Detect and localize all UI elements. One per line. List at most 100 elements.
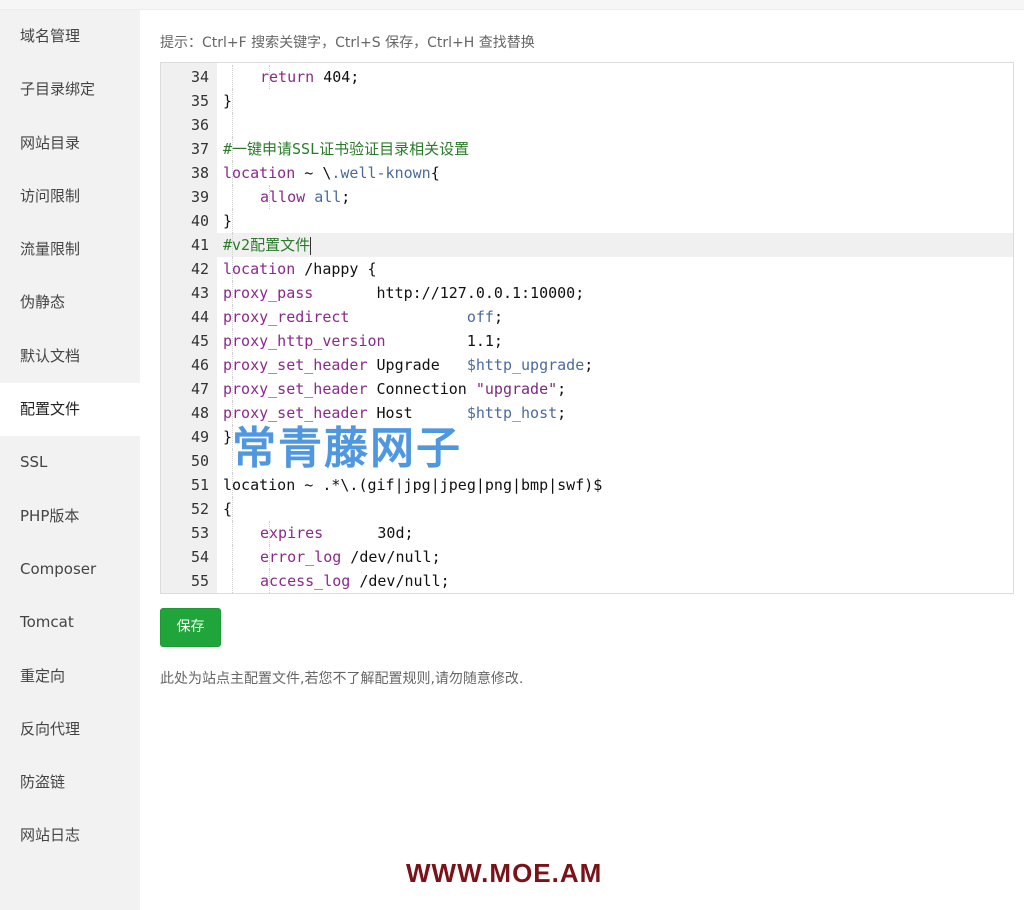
code-token: ; — [557, 404, 567, 422]
code-editor[interactable]: 34 return 404; 35} 36 37 #一键申请SSL证书验证目录相关设置 38… — [160, 62, 1014, 594]
code-line[interactable]: 38 location ~ \.well-known{ — [161, 161, 1013, 185]
sidebar-item[interactable]: 流量限制 — [0, 223, 140, 276]
sidebar-item[interactable]: 网站日志 — [0, 809, 140, 862]
line-number: 34 — [190, 68, 209, 86]
code-line[interactable]: 45 proxy_http_version 1.1; — [161, 329, 1013, 353]
code-token: proxy_set_header — [223, 356, 368, 374]
shortcut-hint: 提示：Ctrl+F 搜索关键字，Ctrl+S 保存，Ctrl+H 查找替换 — [160, 35, 535, 51]
code-text: return 404; — [260, 65, 359, 89]
code-token: 30d; — [323, 524, 414, 542]
indent-guide — [232, 569, 233, 593]
code-text: location ~ \.well-known{ — [223, 161, 440, 185]
line-number: 55 — [190, 572, 209, 590]
code-token: error_log — [260, 548, 342, 566]
sidebar-item[interactable]: Composer — [0, 543, 140, 596]
code-text: } — [223, 89, 232, 113]
line-number: 51 — [190, 476, 209, 494]
sidebar-item[interactable]: 防盗链 — [0, 756, 140, 809]
indent-guide — [232, 521, 233, 545]
code-text: { — [223, 497, 232, 521]
code-token: .well-known — [331, 164, 431, 182]
code-text: proxy_set_header Connection "upgrade"; — [223, 377, 566, 401]
code-line[interactable]: 37 #一键申请SSL证书验证目录相关设置 — [161, 137, 1013, 161]
indent-guide — [232, 209, 233, 233]
code-token: all — [314, 188, 342, 206]
code-token: $http_upgrade — [466, 356, 585, 374]
code-line[interactable]: 46 proxy_set_header Upgrade $http_upgrade… — [161, 353, 1013, 377]
code-text: proxy_http_version 1.1; — [223, 329, 503, 353]
indent-guide — [232, 545, 233, 569]
text-cursor — [310, 236, 312, 255]
code-token: } — [223, 428, 233, 446]
code-line[interactable]: 52 { — [161, 497, 1013, 521]
code-text: location /happy { — [223, 257, 377, 281]
sidebar-item[interactable]: 重定向 — [0, 650, 140, 703]
code-line[interactable]: 42 location /happy { — [161, 257, 1013, 281]
code-line[interactable]: 39 allow all; — [161, 185, 1013, 209]
code-token: 1.1; — [385, 332, 503, 350]
code-token: ; — [557, 380, 567, 398]
line-number: 50 — [190, 452, 209, 470]
sidebar-item[interactable]: 网站目录 — [0, 117, 140, 170]
line-number: 39 — [190, 188, 209, 206]
code-token: location ~ .*\.(gif|jpg|jpeg|png|bmp|swf… — [223, 476, 603, 494]
indent-guide — [232, 89, 233, 113]
code-line[interactable]: 35} — [161, 89, 1013, 113]
line-number: 35 — [190, 92, 209, 110]
code-token: $http_host — [466, 404, 558, 422]
sidebar-item[interactable]: 默认文档 — [0, 330, 140, 383]
code-token: Upgrade — [367, 356, 467, 374]
code-line[interactable]: 41 #v2配置文件 — [161, 233, 1013, 257]
watermark-text: 常青藤网子 — [232, 423, 462, 474]
sidebar-item[interactable]: 域名管理 — [0, 10, 140, 63]
save-button[interactable]: 保存 — [160, 608, 221, 647]
code-line[interactable]: 34 return 404; — [161, 65, 1013, 89]
sidebar-item[interactable]: 反向代理 — [0, 703, 140, 756]
code-line[interactable]: 51 location ~ .*\.(gif|jpg|jpeg|png|bmp|s… — [161, 473, 1013, 497]
config-warning-note: 此处为站点主配置文件,若您不了解配置规则,请勿随意修改. — [160, 671, 524, 687]
code-text: #v2配置文件 — [223, 233, 312, 257]
code-line[interactable]: 47 proxy_set_header Connection "upgrade"; — [161, 377, 1013, 401]
sidebar-item[interactable]: PHP版本 — [0, 490, 140, 543]
code-token: location — [223, 164, 296, 182]
line-number: 52 — [190, 500, 209, 518]
code-text: access_log /dev/null; — [260, 569, 450, 593]
code-token: allow — [260, 188, 306, 206]
code-line[interactable]: 53 expires 30d; — [161, 521, 1013, 545]
line-number: 42 — [190, 260, 209, 278]
code-text: expires 30d; — [260, 521, 414, 545]
indent-guide — [232, 113, 233, 137]
code-token: ; — [493, 308, 503, 326]
line-number: 37 — [190, 140, 209, 158]
indent-guide — [232, 497, 233, 521]
line-number: 46 — [190, 356, 209, 374]
code-line[interactable]: 54 error_log /dev/null; — [161, 545, 1013, 569]
code-line[interactable]: 40} — [161, 209, 1013, 233]
code-line[interactable]: 55 access_log /dev/null; — [161, 569, 1013, 593]
sidebar-item[interactable]: 配置文件 — [0, 383, 140, 437]
sidebar-item[interactable]: 访问限制 — [0, 170, 140, 223]
sidebar-item[interactable]: 伪静态 — [0, 276, 140, 329]
line-number: 48 — [190, 404, 209, 422]
line-number: 54 — [190, 548, 209, 566]
code-line[interactable]: 44 proxy_redirect off; — [161, 305, 1013, 329]
code-token: return — [260, 68, 315, 86]
code-token: /dev/null; — [350, 572, 450, 590]
sidebar-item[interactable]: Tomcat — [0, 596, 140, 649]
code-lines[interactable]: 34 return 404; 35} 36 37 #一键申请SSL证书验证目录相关设置 38… — [161, 65, 1013, 593]
code-token: { — [430, 164, 440, 182]
code-line[interactable]: 36 — [161, 113, 1013, 137]
sidebar-item[interactable]: SSL — [0, 436, 140, 489]
line-number: 43 — [190, 284, 209, 302]
code-token: expires — [260, 524, 324, 542]
indent-guide — [232, 65, 233, 89]
code-text: proxy_pass http://127.0.0.1:10000; — [223, 281, 584, 305]
code-text: } — [223, 209, 232, 233]
line-number: 36 — [190, 116, 209, 134]
code-token: ~ \ — [295, 164, 332, 182]
top-bar — [0, 0, 1024, 10]
code-line[interactable]: 43 proxy_pass http://127.0.0.1:10000; — [161, 281, 1013, 305]
line-number: 45 — [190, 332, 209, 350]
sidebar-item[interactable]: 子目录绑定 — [0, 63, 140, 116]
